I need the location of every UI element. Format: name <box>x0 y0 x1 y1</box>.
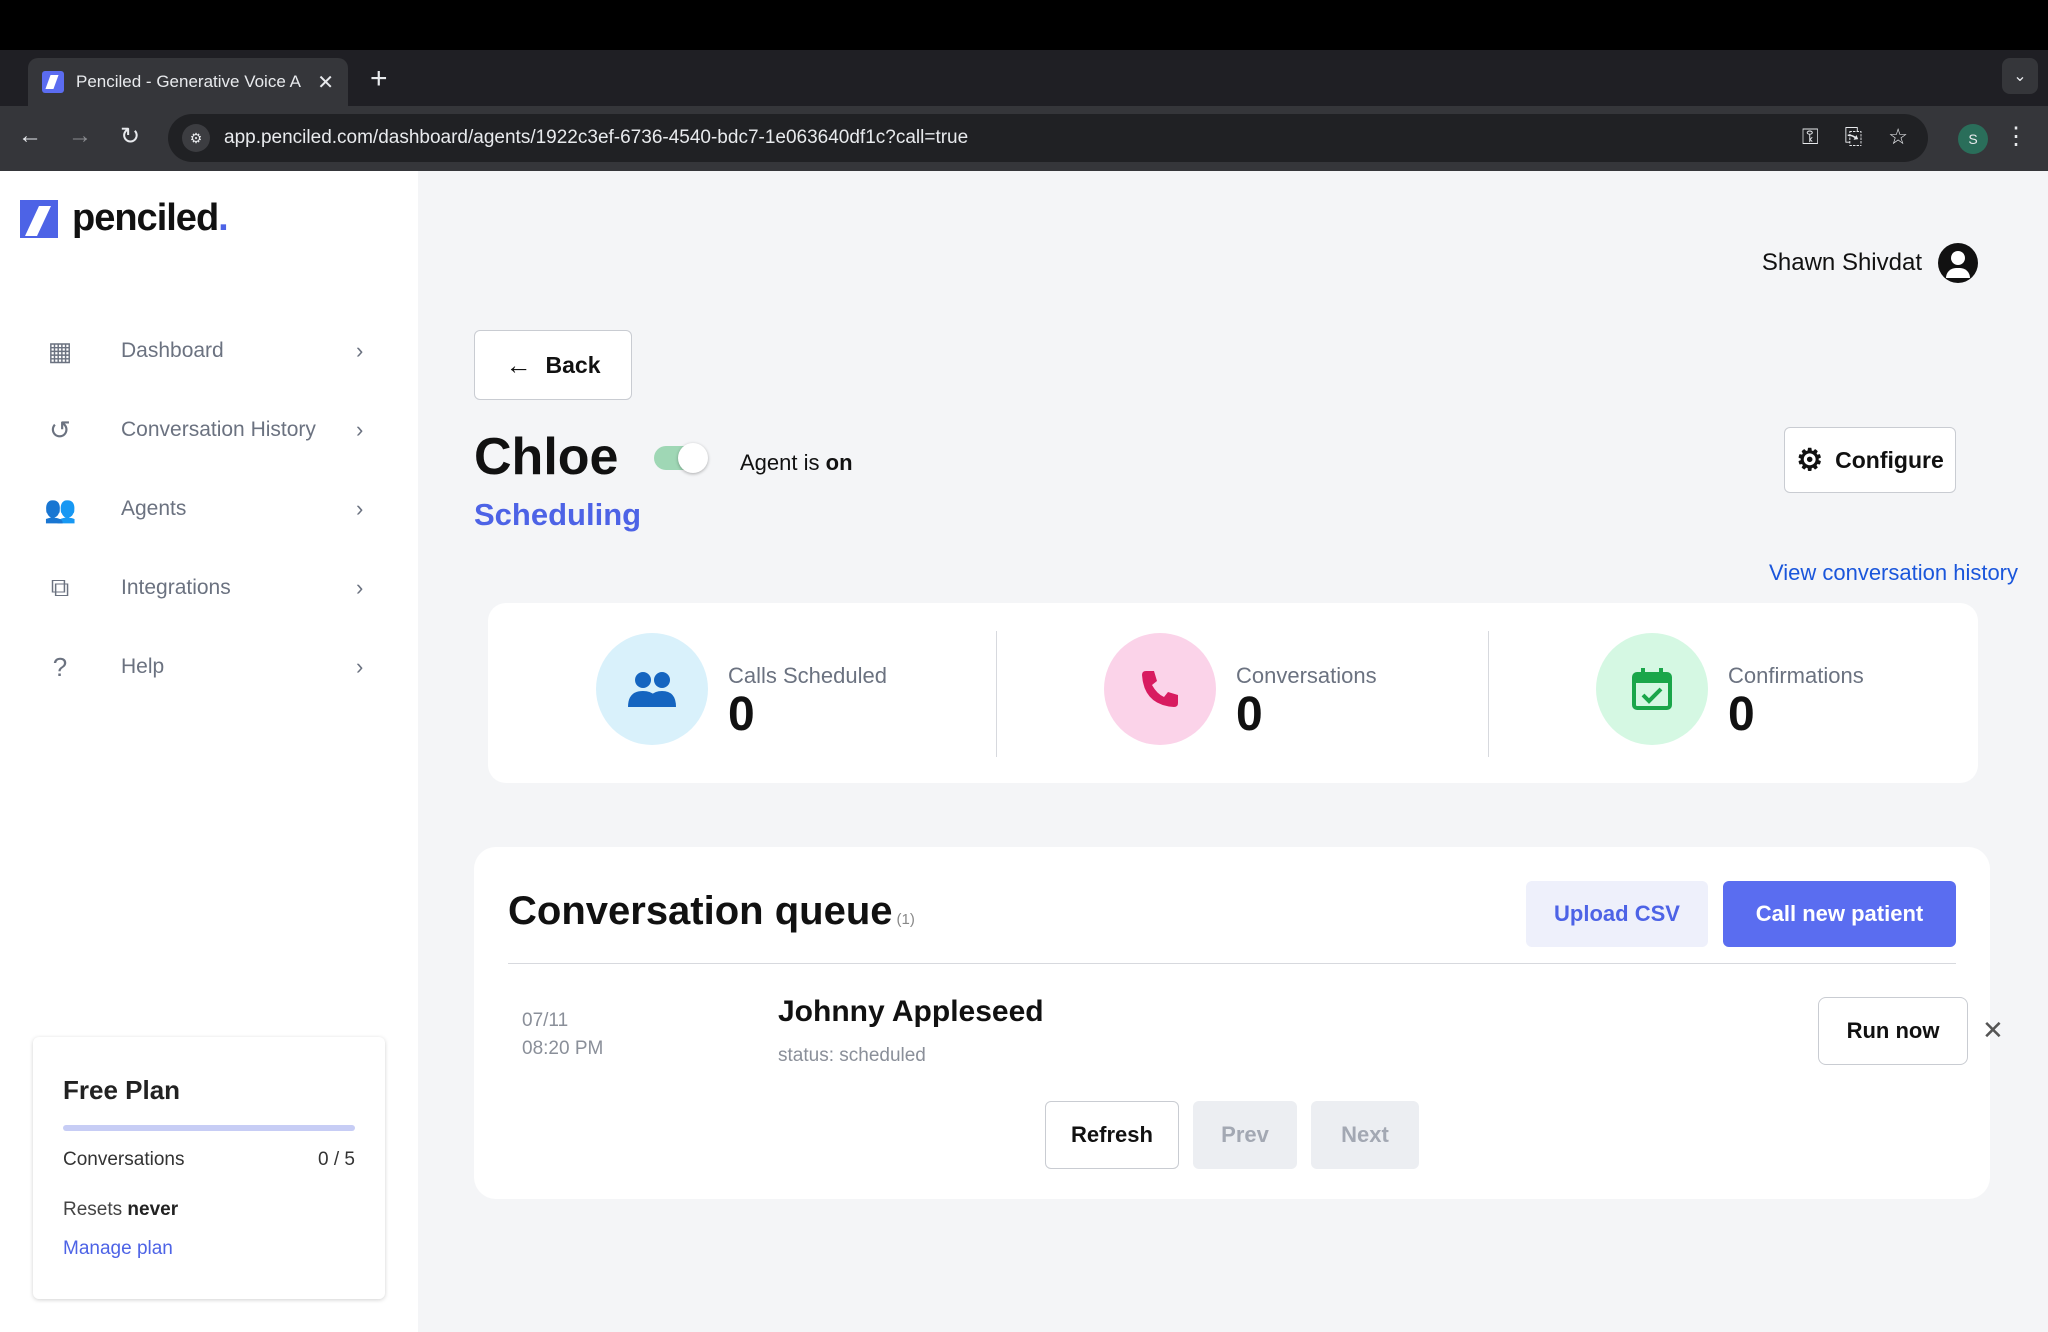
reload-icon[interactable]: ↻ <box>114 122 146 151</box>
sidebar-item-label: Integrations <box>121 576 231 599</box>
site-settings-icon[interactable]: ⚙ <box>182 124 210 152</box>
sidebar-item-label: Conversation History <box>121 418 316 441</box>
stats-card: Calls Scheduled 0 Conversations 0 Confir… <box>488 603 1978 783</box>
configure-button-label: Configure <box>1835 446 1944 473</box>
view-conversation-history-link[interactable]: View conversation history <box>1769 560 2018 586</box>
user-menu[interactable]: Shawn Shivdat <box>1762 243 1978 283</box>
address-bar-actions: ⚿ ⎘ ☆ <box>1802 124 1908 150</box>
address-bar[interactable]: ⚙ app.penciled.com/dashboard/agents/1922… <box>168 114 1928 162</box>
queue-title: Conversation queue (1) <box>508 889 915 933</box>
tab-close-icon[interactable]: ✕ <box>317 70 334 95</box>
logo-text: penciled. <box>72 197 229 239</box>
queue-item-datetime: 07/11 08:20 PM <box>522 1007 603 1063</box>
stat-label: Calls Scheduled <box>728 663 887 688</box>
penciled-favicon-icon <box>42 71 64 93</box>
new-tab-button[interactable]: + <box>370 62 388 96</box>
app: penciled. ▦ Dashboard › ↺ Conversation H… <box>0 171 2048 1332</box>
plan-usage-label: Conversations <box>63 1149 185 1170</box>
user-name: Shawn Shivdat <box>1761 249 1922 276</box>
upload-csv-button[interactable]: Upload CSV <box>1526 881 1708 947</box>
sidebar-item-dashboard[interactable]: ▦ Dashboard › <box>0 321 418 381</box>
install-app-icon[interactable]: ⎘ <box>1845 124 1863 150</box>
stat-calls-scheduled: Calls Scheduled 0 <box>488 603 996 783</box>
window-top-bar <box>0 0 2048 50</box>
chevron-right-icon: › <box>356 417 364 442</box>
queue-item-time: 08:20 PM <box>522 1038 604 1059</box>
sidebar-item-label: Help <box>121 655 165 678</box>
browser-tab[interactable]: Penciled - Generative Voice A ✕ <box>28 58 348 106</box>
forward-arrow-icon[interactable]: → <box>64 122 96 150</box>
back-arrow-icon[interactable]: ← <box>14 122 46 150</box>
back-button-label: Back <box>545 351 601 378</box>
people-icon <box>596 633 708 745</box>
conversation-queue: Conversation queue (1) Upload CSV Call ne… <box>474 847 2004 1199</box>
stat-conversations: Conversations 0 <box>996 603 1488 783</box>
chevron-right-icon: › <box>356 654 364 679</box>
url-text[interactable]: app.penciled.com/dashboard/agents/1922c3… <box>224 127 968 149</box>
penciled-logo[interactable]: penciled. <box>20 197 229 240</box>
stat-value: 0 <box>1236 688 1263 741</box>
calendar-check-icon <box>1596 633 1708 745</box>
call-new-patient-button[interactable]: Call new patient <box>1723 881 1956 947</box>
sidebar-item-label: Dashboard <box>121 339 224 362</box>
stat-value: 0 <box>1728 688 1755 741</box>
refresh-button[interactable]: Refresh <box>1045 1101 1179 1169</box>
pagination: Refresh Prev Next <box>474 1101 1990 1169</box>
queue-item-name: Johnny Appleseed <box>778 995 1044 1028</box>
phone-icon <box>1104 633 1216 745</box>
user-avatar-icon[interactable] <box>1938 243 1978 283</box>
plan-title: Free Plan <box>63 1075 181 1105</box>
agent-status-text: Agent is on <box>740 450 853 475</box>
stat-label: Confirmations <box>1728 663 1864 688</box>
bookmark-star-icon[interactable]: ☆ <box>1888 124 1908 150</box>
sidebar-item-integrations[interactable]: ⧉ Integrations › <box>0 558 418 618</box>
plan-card: Free Plan Conversations 0 / 5 Resets nev… <box>33 1037 385 1299</box>
plan-usage-row: Conversations 0 / 5 <box>63 1149 355 1171</box>
dashboard-icon: ▦ <box>47 335 73 366</box>
browser-menu-icon[interactable]: ⋮ <box>2004 122 2028 151</box>
sidebar-item-label: Agents <box>121 497 187 520</box>
browser-toolbar: ← → ↻ ⚙ app.penciled.com/dashboard/agent… <box>0 106 2048 171</box>
configure-button[interactable]: ⚙ Configure <box>1784 427 1956 493</box>
password-key-icon[interactable]: ⚿ <box>1802 124 1819 150</box>
sidebar-item-agents[interactable]: 👥 Agents › <box>0 479 418 539</box>
gear-icon: ⚙ <box>1796 443 1824 477</box>
back-button[interactable]: ← Back <box>474 330 632 400</box>
divider <box>508 963 1956 964</box>
plan-usage-bar <box>63 1125 355 1131</box>
stat-confirmations: Confirmations 0 <box>1488 603 1978 783</box>
integrations-icon: ⧉ <box>50 572 70 602</box>
queue-item-date: 07/11 <box>522 1010 569 1031</box>
sidebar-item-help[interactable]: ? Help › <box>0 637 418 697</box>
queue-item-status: status: scheduled <box>778 1045 926 1066</box>
profile-avatar[interactable]: S <box>1958 124 1988 154</box>
stat-label: Conversations <box>1236 663 1377 688</box>
chevron-right-icon: › <box>356 338 364 363</box>
prev-button[interactable]: Prev <box>1193 1101 1297 1169</box>
queue-count: (1) <box>896 911 915 928</box>
agent-name: Chloe <box>474 428 619 486</box>
arrow-left-icon: ← <box>505 349 532 380</box>
history-icon: ↺ <box>49 414 71 445</box>
stat-value: 0 <box>728 688 755 741</box>
chevron-right-icon: › <box>356 575 364 600</box>
plan-usage-value: 0 / 5 <box>318 1149 355 1170</box>
browser-tab-bar: Penciled - Generative Voice A ✕ + ⌄ <box>0 50 2048 106</box>
chevron-right-icon: › <box>356 496 364 521</box>
help-icon: ? <box>52 651 68 682</box>
manage-plan-link[interactable]: Manage plan <box>63 1238 173 1260</box>
sidebar: penciled. ▦ Dashboard › ↺ Conversation H… <box>0 171 418 1332</box>
next-button[interactable]: Next <box>1311 1101 1419 1169</box>
sidebar-item-conversation-history[interactable]: ↺ Conversation History › <box>0 400 418 460</box>
run-now-button[interactable]: Run now <box>1818 997 1968 1065</box>
plan-resets: Resets never <box>63 1199 179 1220</box>
main-content: Shawn Shivdat ← Back Chloe Agent is on S… <box>418 171 2048 1332</box>
tab-title: Penciled - Generative Voice A <box>76 72 301 91</box>
agent-status-toggle[interactable] <box>654 443 708 473</box>
people-icon: 👥 <box>44 493 77 524</box>
close-icon[interactable]: ✕ <box>1982 1015 2004 1046</box>
tab-search-chevron-icon[interactable]: ⌄ <box>2002 58 2038 94</box>
agent-role: Scheduling <box>474 497 642 532</box>
penciled-logo-icon <box>20 199 58 238</box>
